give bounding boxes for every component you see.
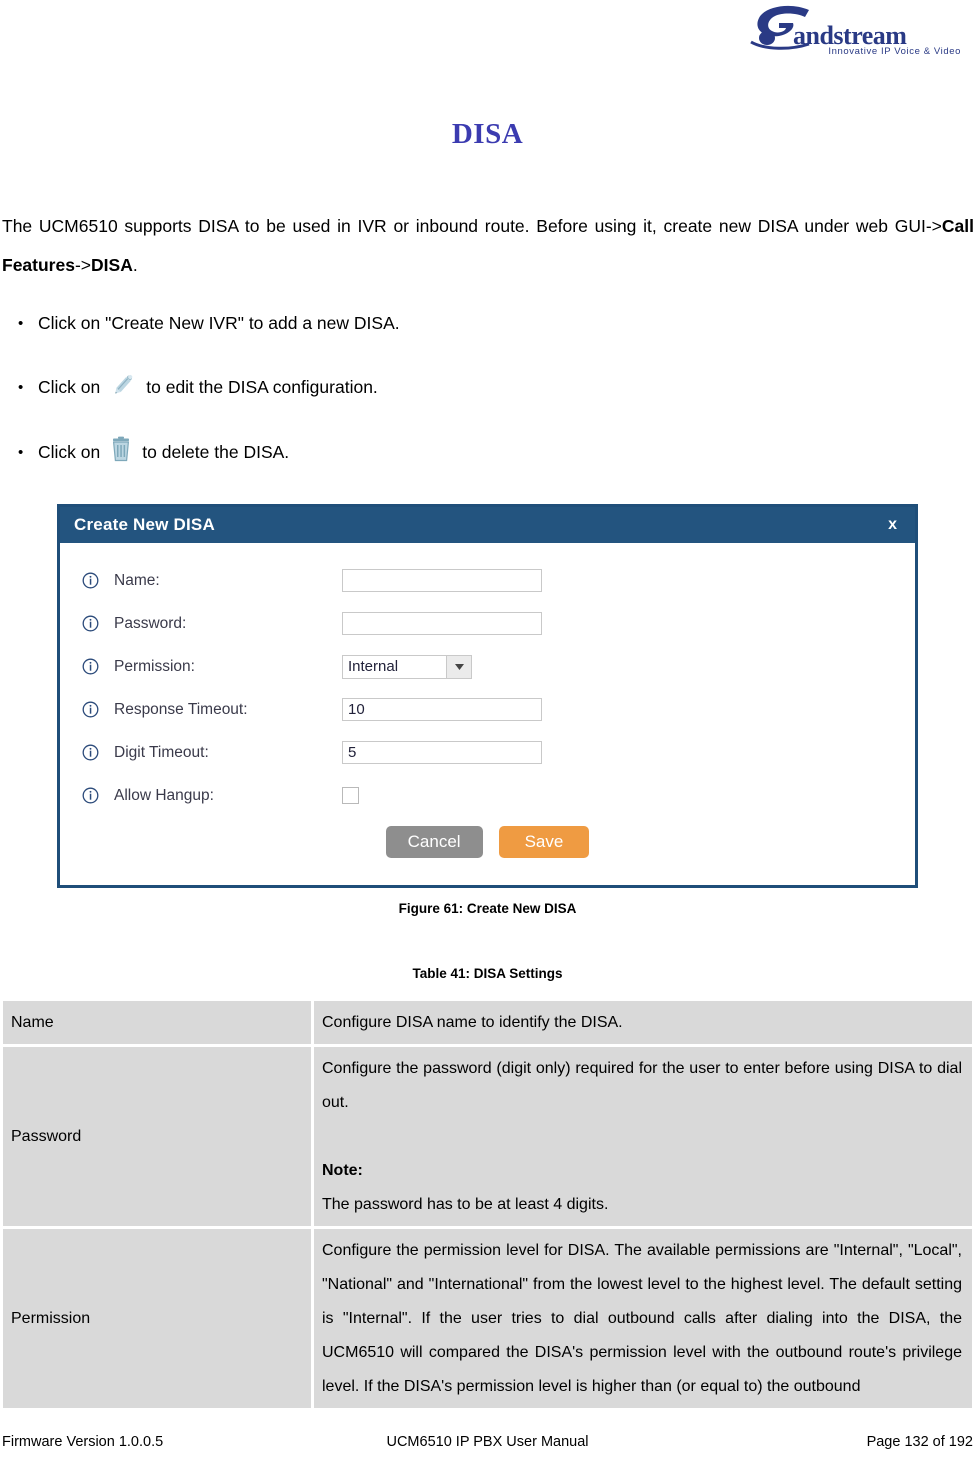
info-icon[interactable] (82, 787, 106, 804)
info-icon[interactable] (82, 658, 106, 675)
list-item-label-before: Click on (38, 441, 101, 462)
footer-manual-title: UCM6510 IP PBX User Manual (386, 1434, 589, 1450)
dialog-button-bar: Cancel Save (60, 826, 915, 858)
svg-text:andstream: andstream (793, 21, 907, 50)
list-item: • Click on to edit the DISA configuratio… (0, 370, 760, 405)
save-button[interactable]: Save (498, 826, 590, 858)
trash-icon (108, 436, 134, 469)
dialog-body: Name: Password: Permission: Internal Res… (60, 543, 915, 885)
field-label-permission: Permission: (114, 657, 195, 675)
pencil-icon (108, 370, 138, 405)
list-item-label-after: to edit the DISA configuration. (146, 377, 378, 397)
desc-text: Configure the password (digit only) requ… (322, 1060, 962, 1111)
permission-select[interactable]: Internal (342, 654, 472, 679)
intro-middle: -> (74, 255, 92, 275)
table-cell-key: Password (3, 1047, 311, 1226)
field-label-digit-timeout: Digit Timeout: (114, 743, 209, 761)
name-input[interactable] (342, 569, 542, 592)
list-item: • Click on to delete the DISA. (0, 435, 760, 469)
chevron-down-icon (446, 655, 471, 678)
password-input[interactable] (342, 612, 542, 635)
close-icon[interactable]: x (884, 516, 901, 534)
intro-paragraph: The UCM6510 supports DISA to be used in … (2, 207, 974, 285)
bullet-marker: • (18, 443, 24, 461)
form-row-digit-timeout: Digit Timeout: (60, 731, 915, 774)
grandstream-logo: andstream Innovative IP Voice & Video (717, 4, 967, 74)
info-icon[interactable] (82, 615, 106, 632)
list-item: • Click on "Create New IVR" to add a new… (0, 306, 760, 340)
disa-settings-table: Name Configure DISA name to identify the… (0, 998, 975, 1411)
allow-hangup-checkbox[interactable] (342, 787, 359, 804)
intro-prefix: The UCM6510 supports DISA to be used in … (2, 216, 942, 236)
table-row: Password Configure the password (digit o… (3, 1047, 972, 1226)
field-label-response-timeout: Response Timeout: (114, 700, 248, 718)
footer-page-number: Page 132 of 192 (866, 1434, 973, 1450)
list-item-label: Click on "Create New IVR" to add a new D… (38, 312, 400, 333)
desc-text: Configure the permission level for DISA.… (322, 1242, 962, 1395)
table-row: Permission Configure the permission leve… (3, 1229, 972, 1408)
instruction-list: • Click on "Create New IVR" to add a new… (0, 306, 760, 499)
create-new-disa-dialog: Create New DISA x Name: Password: Permis… (57, 504, 918, 888)
field-label-name: Name: (114, 571, 160, 589)
cancel-button[interactable]: Cancel (385, 826, 483, 858)
form-row-name: Name: (60, 559, 915, 602)
dialog-titlebar: Create New DISA x (60, 507, 915, 543)
info-icon[interactable] (82, 572, 106, 589)
permission-select-value: Internal (348, 657, 399, 675)
bullet-marker: • (18, 314, 24, 332)
form-row-allow-hangup: Allow Hangup: (60, 774, 915, 817)
logo-icon: andstream (750, 5, 908, 50)
table-cell-desc: Configure the password (digit only) requ… (314, 1047, 972, 1226)
info-icon[interactable] (82, 701, 106, 718)
response-timeout-input[interactable] (342, 698, 542, 721)
intro-suffix: . (132, 255, 138, 275)
logo-wordmark: andstream (717, 4, 967, 50)
form-row-password: Password: (60, 602, 915, 645)
page-header: andstream Innovative IP Voice & Video (0, 0, 975, 78)
page-footer: Firmware Version 1.0.0.5 UCM6510 IP PBX … (0, 1434, 975, 1462)
bullet-marker: • (18, 379, 24, 396)
table-cell-desc: Configure DISA name to identify the DISA… (314, 1001, 972, 1044)
info-icon[interactable] (82, 744, 106, 761)
dialog-title: Create New DISA (74, 515, 215, 534)
figure-caption: Figure 61: Create New DISA (398, 901, 577, 916)
table-row: Name Configure DISA name to identify the… (3, 1001, 972, 1044)
field-label-password: Password: (114, 614, 187, 632)
intro-bold-disa: DISA (91, 255, 133, 275)
digit-timeout-input[interactable] (342, 741, 542, 764)
form-row-permission: Permission: Internal (60, 645, 915, 688)
list-item-label-after: to delete the DISA. (142, 441, 290, 462)
table-cell-desc: Configure the permission level for DISA.… (314, 1229, 972, 1408)
table-caption: Table 41: DISA Settings (412, 966, 563, 981)
page-title: DISA (451, 118, 524, 150)
desc-note-text: The password has to be at least 4 digits… (322, 1196, 609, 1213)
table-cell-key: Permission (3, 1229, 311, 1408)
list-item-label-before: Click on (38, 377, 101, 397)
desc-note-label: Note: (322, 1162, 363, 1179)
form-row-response-timeout: Response Timeout: (60, 688, 915, 731)
table-cell-key: Name (3, 1001, 311, 1044)
desc-spacer (322, 1120, 962, 1154)
field-label-allow-hangup: Allow Hangup: (114, 786, 214, 804)
desc-text: Configure DISA name to identify the DISA… (322, 1014, 623, 1031)
